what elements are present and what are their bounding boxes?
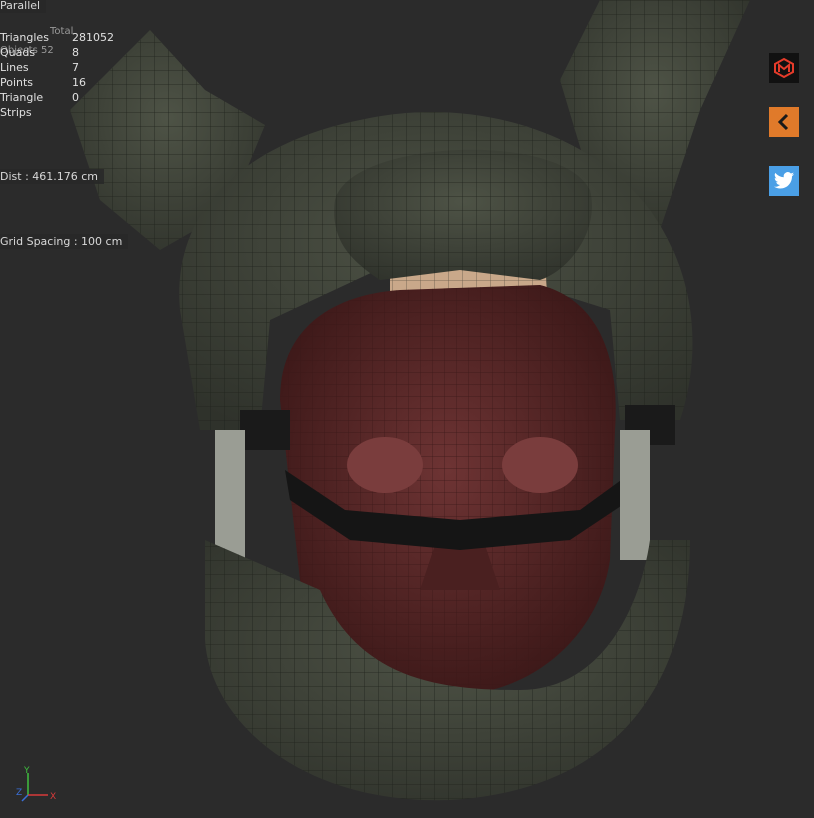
axis-z-label: Z [16, 788, 22, 798]
back-button[interactable] [769, 107, 799, 137]
stat-value: 16 [72, 76, 86, 89]
helmet-model[interactable] [0, 0, 814, 818]
stat-value: 0 [72, 91, 79, 104]
stat-label: Lines [0, 61, 29, 74]
stat-row: Lines 7 [0, 60, 114, 75]
stat-label: Triangle Strips [0, 91, 44, 119]
axis-y-label: Y [23, 766, 30, 776]
scene-stats: Triangles 281052 Quads 8 Lines 7 Points … [0, 30, 114, 120]
chevron-left-icon [777, 113, 789, 131]
stat-row: Quads 8 [0, 45, 114, 60]
stat-label: Triangles [0, 31, 49, 44]
axis-x-label: X [50, 792, 56, 802]
stat-value: 7 [72, 61, 79, 74]
stat-row: Triangle Strips 0 [0, 90, 114, 120]
twitter-button[interactable] [769, 166, 799, 196]
3d-viewport[interactable]: Parallel Total Objects 52 Triangles 2810… [0, 0, 814, 818]
stat-label: Quads [0, 46, 36, 59]
twitter-bird-icon [773, 172, 795, 189]
m-logo-icon [774, 57, 794, 79]
grid-spacing-readout: Grid Spacing : 100 cm [0, 234, 129, 249]
distance-readout: Dist : 461.176 cm [0, 169, 105, 184]
m-logo-button[interactable] [769, 53, 799, 83]
projection-label: Parallel [0, 0, 47, 13]
stat-value: 8 [72, 46, 79, 59]
stat-row: Triangles 281052 [0, 30, 114, 45]
helmet-brow [334, 149, 592, 280]
stat-row: Points 16 [0, 75, 114, 90]
stat-label: Points [0, 76, 34, 89]
axis-gizmo: Y X Z [16, 766, 56, 802]
stat-value: 281052 [72, 31, 114, 44]
